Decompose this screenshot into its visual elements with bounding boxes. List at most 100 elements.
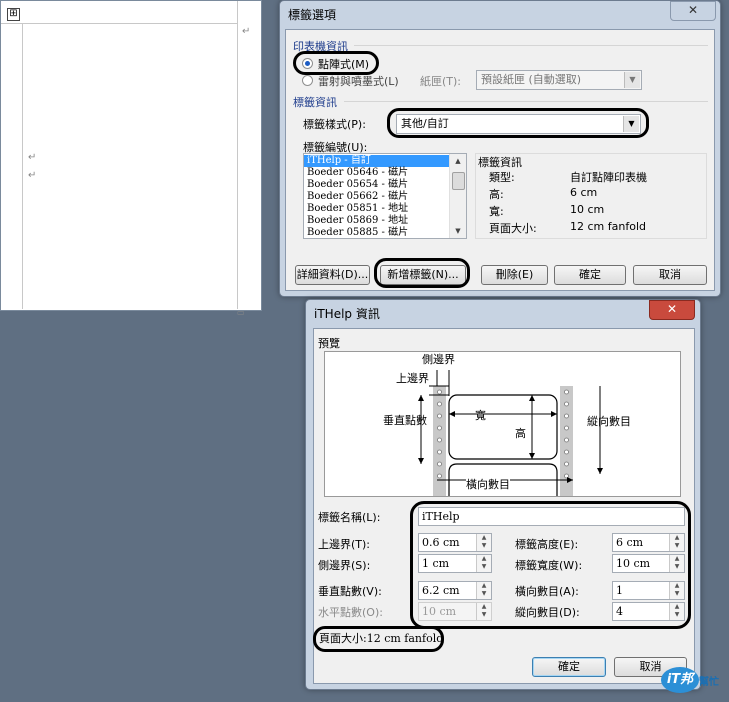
side-margin-value: 1 cm [422, 557, 450, 570]
laser-inkjet-radio[interactable] [302, 75, 313, 86]
details-group-label: 標籤資訊 [478, 156, 522, 169]
vertical-pitch-label: 垂直點數(V): [318, 585, 382, 598]
number-across-value: 1 [616, 584, 623, 597]
top-margin-caption: 上邊界 [396, 372, 429, 385]
detail-value: 10 cm [570, 203, 605, 216]
tray-select[interactable]: 預設紙匣 (自動選取) ▼ [476, 70, 642, 90]
tray-value: 預設紙匣 (自動選取) [481, 73, 582, 86]
delete-button[interactable]: 刪除(E) [481, 265, 548, 285]
label-width-value: 10 cm [616, 557, 651, 570]
scroll-up-icon[interactable]: ▲ [450, 154, 466, 168]
side-margin-caption: 側邊界 [422, 353, 455, 366]
label-height-value: 6 cm [616, 536, 644, 549]
list-item[interactable]: iTHelp - 自訂 [304, 155, 449, 167]
list-item[interactable]: Boeder 05851 - 地址 [304, 203, 449, 215]
chevron-down-icon: ▼ [624, 72, 640, 88]
cancel-button[interactable]: 取消 [633, 265, 707, 285]
ithelp-logo: iT邦 幫忙 [661, 663, 725, 697]
vendor-select[interactable]: 其他/自訂 ▼ [396, 114, 641, 134]
detail-value: 6 cm [570, 186, 598, 199]
resize-handle-icon[interactable]: ▭ [237, 308, 245, 317]
dot-matrix-radio[interactable] [302, 58, 313, 69]
close-button[interactable]: ✕ [670, 1, 716, 21]
spinner-arrows-icon[interactable]: ▲ ▼ [669, 603, 684, 620]
margin-guide [237, 1, 238, 309]
number-down-spinner[interactable]: 4 ▲ ▼ [612, 602, 685, 621]
spinner-arrows-icon[interactable]: ▲ ▼ [476, 582, 491, 599]
top-margin-value: 0.6 cm [422, 536, 460, 549]
side-margin-label: 側邊界(S): [318, 559, 371, 572]
top-margin-spinner[interactable]: 0.6 cm ▲ ▼ [418, 533, 492, 552]
paragraph-mark-icon: ↵ [28, 170, 37, 181]
table-move-handle-icon[interactable]: ⊞ [7, 8, 20, 21]
group-separator [344, 101, 708, 102]
number-down-value: 4 [616, 605, 623, 618]
page-size-text: 頁面大小:12 cm fanfold [319, 632, 444, 645]
preview-group-label: 預覽 [318, 337, 340, 350]
tray-label: 紙匣(T): [420, 75, 462, 88]
number-across-spinner[interactable]: 1 ▲ ▼ [612, 581, 685, 600]
list-item[interactable]: Boeder 05654 - 磁片 [304, 179, 449, 191]
detail-value: 自訂點陣印表機 [570, 171, 647, 184]
label-height-spinner[interactable]: 6 cm ▲ ▼ [612, 533, 685, 552]
product-number-list[interactable]: iTHelp - 自訂 Boeder 05646 - 磁片 Boeder 05654… [303, 153, 467, 239]
document-page: ⊞ ↵ ↵ ↵ ▭ [0, 0, 262, 317]
spinner-arrows-icon: ▲ ▼ [476, 603, 491, 620]
chevron-down-icon: ▼ [623, 116, 639, 132]
vendor-label: 標籤樣式(P): [303, 118, 366, 131]
spinner-arrows-icon[interactable]: ▲ ▼ [669, 534, 684, 551]
list-item[interactable]: Boeder 05646 - 磁片 [304, 167, 449, 179]
label-height-label: 標籤高度(E): [515, 538, 579, 551]
new-label-button[interactable]: 新增標籤(N)... [380, 265, 466, 285]
list-item[interactable]: Boeder 05885 - 磁片 [304, 227, 449, 238]
ok-button[interactable]: 確定 [532, 657, 606, 677]
logo-sub: 幫忙 [699, 677, 719, 688]
vertical-pitch-spinner[interactable]: 6.2 cm ▲ ▼ [418, 581, 492, 600]
label-width-label: 標籤寬度(W): [515, 559, 583, 572]
detail-key: 高: [489, 188, 504, 201]
details-button[interactable]: 詳細資料(D)... [295, 265, 370, 285]
spinner-arrows-icon[interactable]: ▲ ▼ [476, 555, 491, 572]
label-info-group-label: 標籤資訊 [293, 96, 337, 109]
ok-button[interactable]: 確定 [554, 265, 626, 285]
list-item[interactable]: Boeder 05869 - 地址 [304, 215, 449, 227]
detail-key: 寬: [489, 205, 504, 218]
vertical-pitch-value: 6.2 cm [422, 584, 460, 597]
list-scrollbar[interactable]: ▲ ▼ [449, 154, 466, 238]
label-name-label: 標籤名稱(L): [318, 511, 381, 524]
spinner-arrows-icon[interactable]: ▲ ▼ [476, 534, 491, 551]
horizontal-pitch-spinner: 10 cm ▲ ▼ [418, 602, 492, 621]
top-margin-label: 上邊界(T): [318, 538, 371, 551]
detail-key: 類型: [489, 171, 515, 184]
height-caption: 高 [515, 427, 526, 440]
label-options-dialog: 標籤選項 ✕ 印表機資訊 點陣式(M) 雷射與噴墨式(L) 紙匣(T): 預設紙… [279, 0, 721, 297]
side-margin-spinner[interactable]: 1 cm ▲ ▼ [418, 554, 492, 573]
printer-info-group-label: 印表機資訊 [293, 40, 348, 53]
laser-inkjet-label: 雷射與噴墨式(L) [318, 75, 399, 88]
list-item[interactable]: Boeder 05662 - 磁片 [304, 191, 449, 203]
spinner-arrows-icon[interactable]: ▲ ▼ [669, 555, 684, 572]
group-separator [354, 45, 708, 46]
paragraph-mark-icon: ↵ [242, 26, 251, 37]
margin-guide [1, 23, 237, 24]
label-name-input[interactable]: iTHelp [418, 507, 685, 526]
detail-key: 頁面大小: [489, 222, 537, 235]
horizontal-pitch-value: 10 cm [422, 605, 457, 618]
label-details-dialog: iTHelp 資訊 ✕ 預覽 側邊界 上邊界 垂直點數 寬 高 縱向數目 橫向數… [305, 299, 701, 690]
label-details-panel: 標籤資訊 類型: 自訂點陣印表機 高: 6 cm 寬: 10 cm 頁面大小: 12 cm f… [475, 153, 707, 239]
scroll-thumb[interactable] [452, 172, 465, 190]
close-button[interactable]: ✕ [649, 300, 695, 320]
number-down-label: 縱向數目(D): [515, 606, 580, 619]
margin-guide [22, 23, 23, 309]
label-width-spinner[interactable]: 10 cm ▲ ▼ [612, 554, 685, 573]
dialog-body: 印表機資訊 點陣式(M) 雷射與噴墨式(L) 紙匣(T): 預設紙匣 (自動選取… [285, 29, 715, 291]
title-bar: iTHelp 資訊 ✕ [306, 300, 700, 326]
number-across-caption: 橫向數目 [466, 476, 510, 492]
spinner-arrows-icon[interactable]: ▲ ▼ [669, 582, 684, 599]
logo-badge: iT邦 [661, 667, 699, 693]
width-caption: 寬 [475, 409, 486, 422]
dialog-title: iTHelp 資訊 [314, 307, 380, 321]
scroll-down-icon[interactable]: ▼ [450, 224, 466, 238]
dialog-title: 標籤選項 [288, 8, 337, 22]
dot-matrix-label: 點陣式(M) [318, 58, 370, 71]
